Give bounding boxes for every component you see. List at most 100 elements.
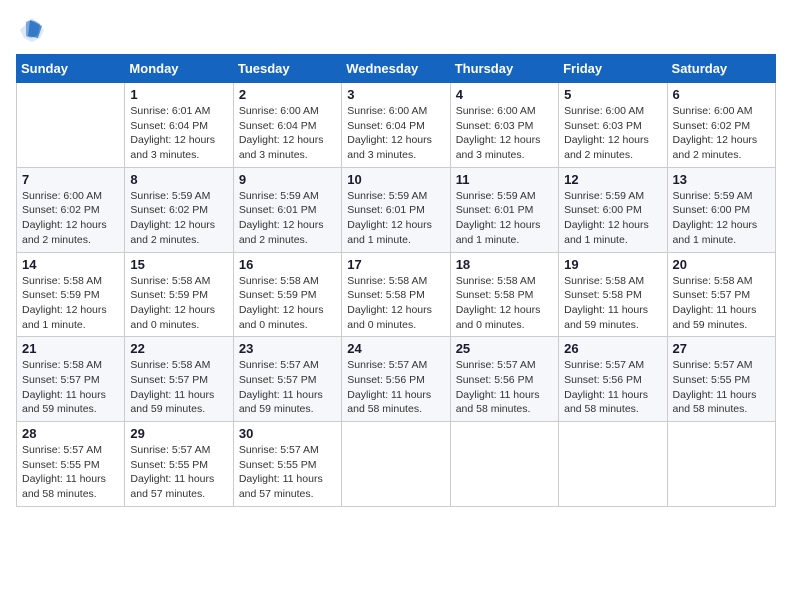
day-info: Sunrise: 5:58 AMSunset: 5:58 PMDaylight:… (456, 274, 553, 333)
calendar-cell (450, 422, 558, 507)
calendar-cell: 30 Sunrise: 5:57 AMSunset: 5:55 PMDayligh… (233, 422, 341, 507)
calendar-cell: 19Sunrise: 5:58 AMSunset: 5:58 PMDayligh… (559, 252, 667, 337)
day-info: Sunrise: 5:57 AMSunset: 5:55 PMDaylight:… (239, 443, 336, 502)
calendar-cell: 4 Sunrise: 6:00 AMSunset: 6:03 PMDaylight… (450, 83, 558, 168)
calendar-cell: 14 Sunrise: 5:58 AMSunset: 5:59 PMDayligh… (17, 252, 125, 337)
day-info: Sunrise: 5:58 AMSunset: 5:59 PMDaylight:… (239, 274, 336, 333)
day-number: 30 (239, 426, 336, 441)
day-info: Sunrise: 5:57 AMSunset: 5:57 PMDaylight:… (239, 358, 336, 417)
day-info: Sunrise: 5:57 AMSunset: 5:56 PMDaylight:… (347, 358, 444, 417)
day-number: 13 (673, 172, 770, 187)
page-header (16, 16, 776, 44)
day-number: 28 (22, 426, 119, 441)
calendar-header-thursday: Thursday (450, 55, 558, 83)
calendar-header-row: SundayMondayTuesdayWednesdayThursdayFrid… (17, 55, 776, 83)
day-number: 6 (673, 87, 770, 102)
calendar-header-monday: Monday (125, 55, 233, 83)
calendar-cell (342, 422, 450, 507)
day-number: 27 (673, 341, 770, 356)
day-info: Sunrise: 5:57 AMSunset: 5:55 PMDaylight:… (673, 358, 770, 417)
calendar-cell: 7 Sunrise: 6:00 AMSunset: 6:02 PMDaylight… (17, 167, 125, 252)
calendar-cell: 20 Sunrise: 5:58 AMSunset: 5:57 PMDayligh… (667, 252, 775, 337)
calendar-week-1: 7 Sunrise: 6:00 AMSunset: 6:02 PMDaylight… (17, 167, 776, 252)
day-number: 22 (130, 341, 227, 356)
calendar-cell: 21Sunrise: 5:58 AMSunset: 5:57 PMDayligh… (17, 337, 125, 422)
day-info: Sunrise: 6:01 AMSunset: 6:04 PMDaylight:… (130, 104, 227, 163)
day-number: 9 (239, 172, 336, 187)
day-info: Sunrise: 5:59 AMSunset: 6:01 PMDaylight:… (347, 189, 444, 248)
day-info: Sunrise: 5:59 AMSunset: 6:01 PMDaylight:… (456, 189, 553, 248)
day-info: Sunrise: 5:57 AMSunset: 5:55 PMDaylight:… (22, 443, 119, 502)
calendar-cell: 5 Sunrise: 6:00 AMSunset: 6:03 PMDaylight… (559, 83, 667, 168)
day-info: Sunrise: 6:00 AMSunset: 6:03 PMDaylight:… (456, 104, 553, 163)
day-info: Sunrise: 5:57 AMSunset: 5:56 PMDaylight:… (456, 358, 553, 417)
logo (16, 16, 46, 44)
calendar-cell: 9 Sunrise: 5:59 AMSunset: 6:01 PMDaylight… (233, 167, 341, 252)
calendar-table: SundayMondayTuesdayWednesdayThursdayFrid… (16, 54, 776, 507)
calendar-cell: 18 Sunrise: 5:58 AMSunset: 5:58 PMDayligh… (450, 252, 558, 337)
calendar-week-2: 14 Sunrise: 5:58 AMSunset: 5:59 PMDayligh… (17, 252, 776, 337)
day-info: Sunrise: 6:00 AMSunset: 6:02 PMDaylight:… (22, 189, 119, 248)
day-number: 24 (347, 341, 444, 356)
calendar-cell: 26 Sunrise: 5:57 AMSunset: 5:56 PMDayligh… (559, 337, 667, 422)
day-number: 15 (130, 257, 227, 272)
day-info: Sunrise: 5:58 AMSunset: 5:58 PMDaylight:… (347, 274, 444, 333)
day-number: 26 (564, 341, 661, 356)
day-info: Sunrise: 5:58 AMSunset: 5:58 PMDaylight:… (564, 274, 661, 333)
calendar-cell: 25 Sunrise: 5:57 AMSunset: 5:56 PMDayligh… (450, 337, 558, 422)
day-number: 16 (239, 257, 336, 272)
calendar-cell: 17Sunrise: 5:58 AMSunset: 5:58 PMDayligh… (342, 252, 450, 337)
day-number: 12 (564, 172, 661, 187)
day-number: 20 (673, 257, 770, 272)
day-info: Sunrise: 5:58 AMSunset: 5:57 PMDaylight:… (130, 358, 227, 417)
calendar-cell: 28 Sunrise: 5:57 AMSunset: 5:55 PMDayligh… (17, 422, 125, 507)
day-number: 14 (22, 257, 119, 272)
day-number: 21 (22, 341, 119, 356)
calendar-cell: 11Sunrise: 5:59 AMSunset: 6:01 PMDayligh… (450, 167, 558, 252)
calendar-cell: 16 Sunrise: 5:58 AMSunset: 5:59 PMDayligh… (233, 252, 341, 337)
calendar-body: 1 Sunrise: 6:01 AMSunset: 6:04 PMDaylight… (17, 83, 776, 507)
day-number: 23 (239, 341, 336, 356)
calendar-cell: 23 Sunrise: 5:57 AMSunset: 5:57 PMDayligh… (233, 337, 341, 422)
day-info: Sunrise: 5:59 AMSunset: 6:01 PMDaylight:… (239, 189, 336, 248)
calendar-cell (667, 422, 775, 507)
calendar-week-3: 21 Sunrise: 5:58 AMSunset: 5:57 PMDayligh… (17, 337, 776, 422)
logo-icon (18, 16, 46, 44)
day-info: Sunrise: 6:00 AMSunset: 6:03 PMDaylight:… (564, 104, 661, 163)
calendar-cell: 29 Sunrise: 5:57 AMSunset: 5:55 PMDayligh… (125, 422, 233, 507)
day-number: 10 (347, 172, 444, 187)
day-info: Sunrise: 6:00 AMSunset: 6:02 PMDaylight:… (673, 104, 770, 163)
day-info: Sunrise: 6:00 AMSunset: 6:04 PMDaylight:… (239, 104, 336, 163)
calendar-cell: 24 Sunrise: 5:57 AMSunset: 5:56 PMDayligh… (342, 337, 450, 422)
day-info: Sunrise: 5:58 AMSunset: 5:57 PMDaylight:… (673, 274, 770, 333)
calendar-header-saturday: Saturday (667, 55, 775, 83)
calendar-header-friday: Friday (559, 55, 667, 83)
day-info: Sunrise: 5:58 AMSunset: 5:59 PMDaylight:… (22, 274, 119, 333)
calendar-cell: 22 Sunrise: 5:58 AMSunset: 5:57 PMDayligh… (125, 337, 233, 422)
calendar-header-sunday: Sunday (17, 55, 125, 83)
calendar-cell: 2 Sunrise: 6:00 AMSunset: 6:04 PMDaylight… (233, 83, 341, 168)
day-number: 29 (130, 426, 227, 441)
calendar-cell: 1 Sunrise: 6:01 AMSunset: 6:04 PMDaylight… (125, 83, 233, 168)
calendar-cell (559, 422, 667, 507)
calendar-cell (17, 83, 125, 168)
calendar-cell: 10 Sunrise: 5:59 AMSunset: 6:01 PMDayligh… (342, 167, 450, 252)
calendar-header-tuesday: Tuesday (233, 55, 341, 83)
day-number: 5 (564, 87, 661, 102)
day-number: 4 (456, 87, 553, 102)
day-number: 2 (239, 87, 336, 102)
day-info: Sunrise: 5:57 AMSunset: 5:56 PMDaylight:… (564, 358, 661, 417)
day-info: Sunrise: 5:57 AMSunset: 5:55 PMDaylight:… (130, 443, 227, 502)
calendar-week-4: 28 Sunrise: 5:57 AMSunset: 5:55 PMDayligh… (17, 422, 776, 507)
calendar-header-wednesday: Wednesday (342, 55, 450, 83)
day-info: Sunrise: 5:59 AMSunset: 6:02 PMDaylight:… (130, 189, 227, 248)
day-info: Sunrise: 5:59 AMSunset: 6:00 PMDaylight:… (673, 189, 770, 248)
day-number: 25 (456, 341, 553, 356)
day-number: 1 (130, 87, 227, 102)
calendar-cell: 27 Sunrise: 5:57 AMSunset: 5:55 PMDayligh… (667, 337, 775, 422)
calendar-cell: 13 Sunrise: 5:59 AMSunset: 6:00 PMDayligh… (667, 167, 775, 252)
day-info: Sunrise: 5:59 AMSunset: 6:00 PMDaylight:… (564, 189, 661, 248)
day-number: 7 (22, 172, 119, 187)
day-number: 18 (456, 257, 553, 272)
calendar-cell: 15Sunrise: 5:58 AMSunset: 5:59 PMDayligh… (125, 252, 233, 337)
